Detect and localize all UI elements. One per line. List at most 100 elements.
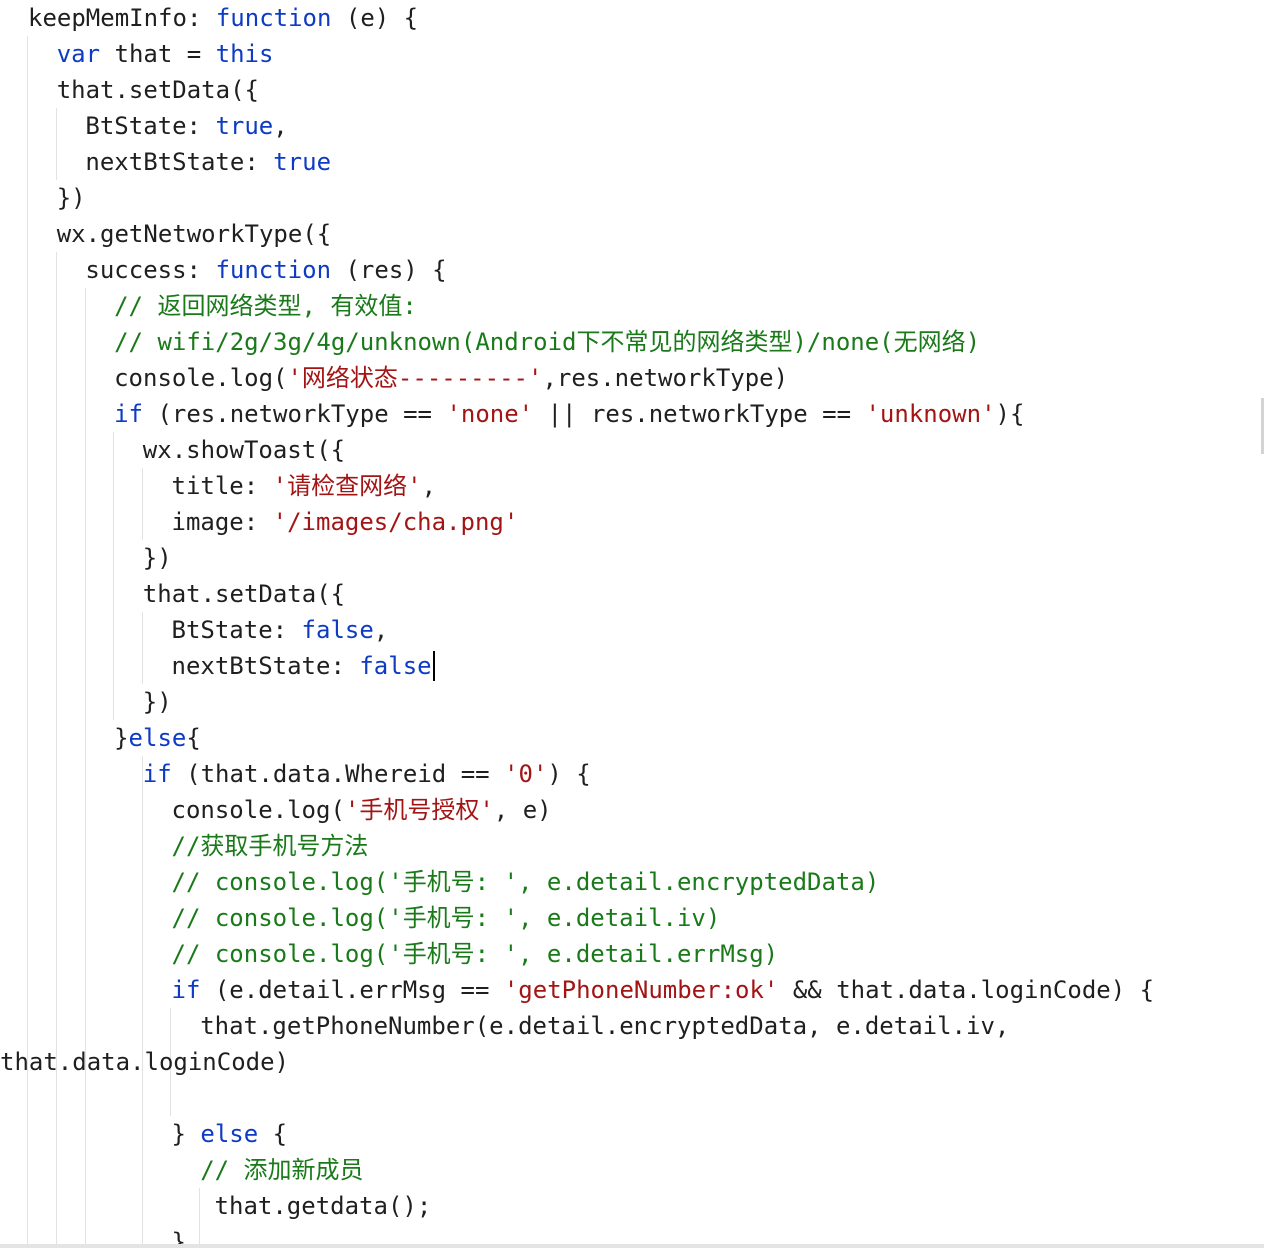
code-line[interactable]: image: '/images/cha.png' [172,504,519,540]
indent-guide [85,288,86,1248]
code-text: keepMemInfo: [28,4,216,32]
code-text: }) [56,184,86,212]
code-line[interactable]: nextBtState: false [172,648,432,684]
keyword-token: false [301,616,374,644]
string-token: 'getPhoneNumber:ok' [503,976,779,1004]
code-text: that.setData({ [142,580,346,608]
vertical-scrollbar[interactable] [1259,0,1264,1248]
code-text: console.log( [171,796,345,824]
keyword-token: function [215,4,332,32]
indent-guide [142,468,143,540]
code-line[interactable]: }else{ [114,720,201,756]
code-text: , [421,472,437,500]
string-token: '手机号授权' [344,796,494,824]
string-token: '/images/cha.png' [272,508,519,536]
keyword-token: this [215,40,274,68]
code-text: ,res.networkType) [542,364,789,392]
code-text: , [273,112,288,140]
code-line[interactable]: // console.log('手机号: ', e.detail.encrypt… [172,864,880,900]
code-editor[interactable]: keepMemInfo: function (e) {var that = th… [0,0,1264,1248]
code-line[interactable]: keepMemInfo: function (e) { [28,0,418,36]
code-text: ) { [547,760,591,788]
code-line[interactable]: // console.log('手机号: ', e.detail.iv) [172,900,721,936]
code-text: nextBtState: [171,652,360,680]
code-line[interactable]: nextBtState: true [85,144,331,180]
keyword-token: false [359,652,432,680]
comment-token: // 返回网络类型, 有效值: [114,292,417,320]
code-line[interactable]: }) [143,684,172,720]
string-token: '网络状态---------' [287,364,543,392]
code-text: ){ [995,400,1025,428]
code-text: , [373,616,389,644]
code-line[interactable]: that.setData({ [143,576,345,612]
code-text: image: [171,508,273,536]
code-text: nextBtState: [85,148,274,176]
code-line[interactable]: // 添加新成员 [200,1152,363,1188]
indent-guide [199,1188,200,1248]
code-line[interactable]: wx.getNetworkType({ [57,216,332,252]
code-line[interactable]: if (e.detail.errMsg == 'getPhoneNumber:o… [172,972,1155,1008]
keyword-token: else [200,1120,259,1148]
indent-guide [142,612,143,684]
code-line[interactable]: } else { [172,1116,288,1152]
code-text: }) [142,688,172,716]
keyword-token: if [171,976,201,1004]
comment-token: // wifi/2g/3g/4g/unknown(Android下不常见的网络类… [114,328,981,356]
indent-guide [56,108,57,180]
string-token: 'none' [446,400,534,428]
editor-bottom-border [0,1244,1264,1248]
code-text: } [171,1120,201,1148]
code-text: that.data.loginCode) [0,1048,289,1076]
code-text: (res) { [331,256,447,284]
comment-token: // console.log('手机号: ', e.detail.encrypt… [171,868,880,896]
code-line[interactable]: if (res.networkType == 'none' || res.net… [114,396,1024,432]
code-text: success: [85,256,216,284]
code-line[interactable]: BtState: true, [85,108,287,144]
keyword-token: if [114,400,143,428]
comment-token: //获取手机号方法 [171,832,369,860]
code-text: BtState: [85,112,216,140]
code-line[interactable]: that.getPhoneNumber(e.detail.encryptedDa… [200,1008,1009,1044]
code-line[interactable]: // wifi/2g/3g/4g/unknown(Android下不常见的网络类… [114,324,980,360]
code-line[interactable]: title: '请检查网络', [172,468,437,504]
code-text: { [186,724,201,752]
code-text: wx.showToast({ [142,436,346,464]
code-text: wx.getNetworkType({ [56,220,332,248]
code-line[interactable]: }) [143,540,172,576]
code-text: console.log( [114,364,288,392]
code-text: that.setData({ [56,76,259,104]
code-line[interactable]: that.setData({ [57,72,259,108]
code-line[interactable]: // console.log('手机号: ', e.detail.errMsg) [172,936,779,972]
code-line[interactable]: //获取手机号方法 [172,828,369,864]
code-text: (res.networkType == [143,400,447,428]
keyword-token: true [273,148,332,176]
keyword-token: function [215,256,332,284]
code-text: }) [142,544,172,572]
code-line[interactable]: that.data.loginCode) [0,1044,289,1080]
code-line[interactable]: BtState: false, [172,612,389,648]
code-line[interactable]: success: function (res) { [85,252,446,288]
code-text: || res.networkType == [533,400,866,428]
code-line[interactable]: // 返回网络类型, 有效值: [114,288,417,324]
code-line[interactable]: console.log('手机号授权', e) [172,792,552,828]
code-text: (that.data.Whereid == [171,760,505,788]
comment-token: // console.log('手机号: ', e.detail.errMsg) [171,940,779,968]
code-line[interactable]: that.getdata(); [215,1188,432,1224]
code-text: } [114,724,129,752]
code-line[interactable]: if (that.data.Whereid == '0') { [143,756,591,792]
code-text: (e.detail.errMsg == [200,976,504,1004]
indent-guide [142,756,143,1248]
code-text: { [258,1120,288,1148]
keyword-token: true [215,112,274,140]
keyword-token: if [142,760,172,788]
code-text: that.getdata(); [214,1192,432,1220]
code-text: BtState: [171,616,302,644]
code-line[interactable]: var that = this [57,36,274,72]
code-line[interactable]: }) [57,180,86,216]
text-cursor [432,651,435,681]
code-text: && that.data.loginCode) { [778,976,1155,1004]
code-line[interactable]: wx.showToast({ [143,432,345,468]
code-line[interactable]: console.log('网络状态---------',res.networkT… [114,360,788,396]
code-text: title: [171,472,273,500]
comment-token: // console.log('手机号: ', e.detail.iv) [171,904,721,932]
